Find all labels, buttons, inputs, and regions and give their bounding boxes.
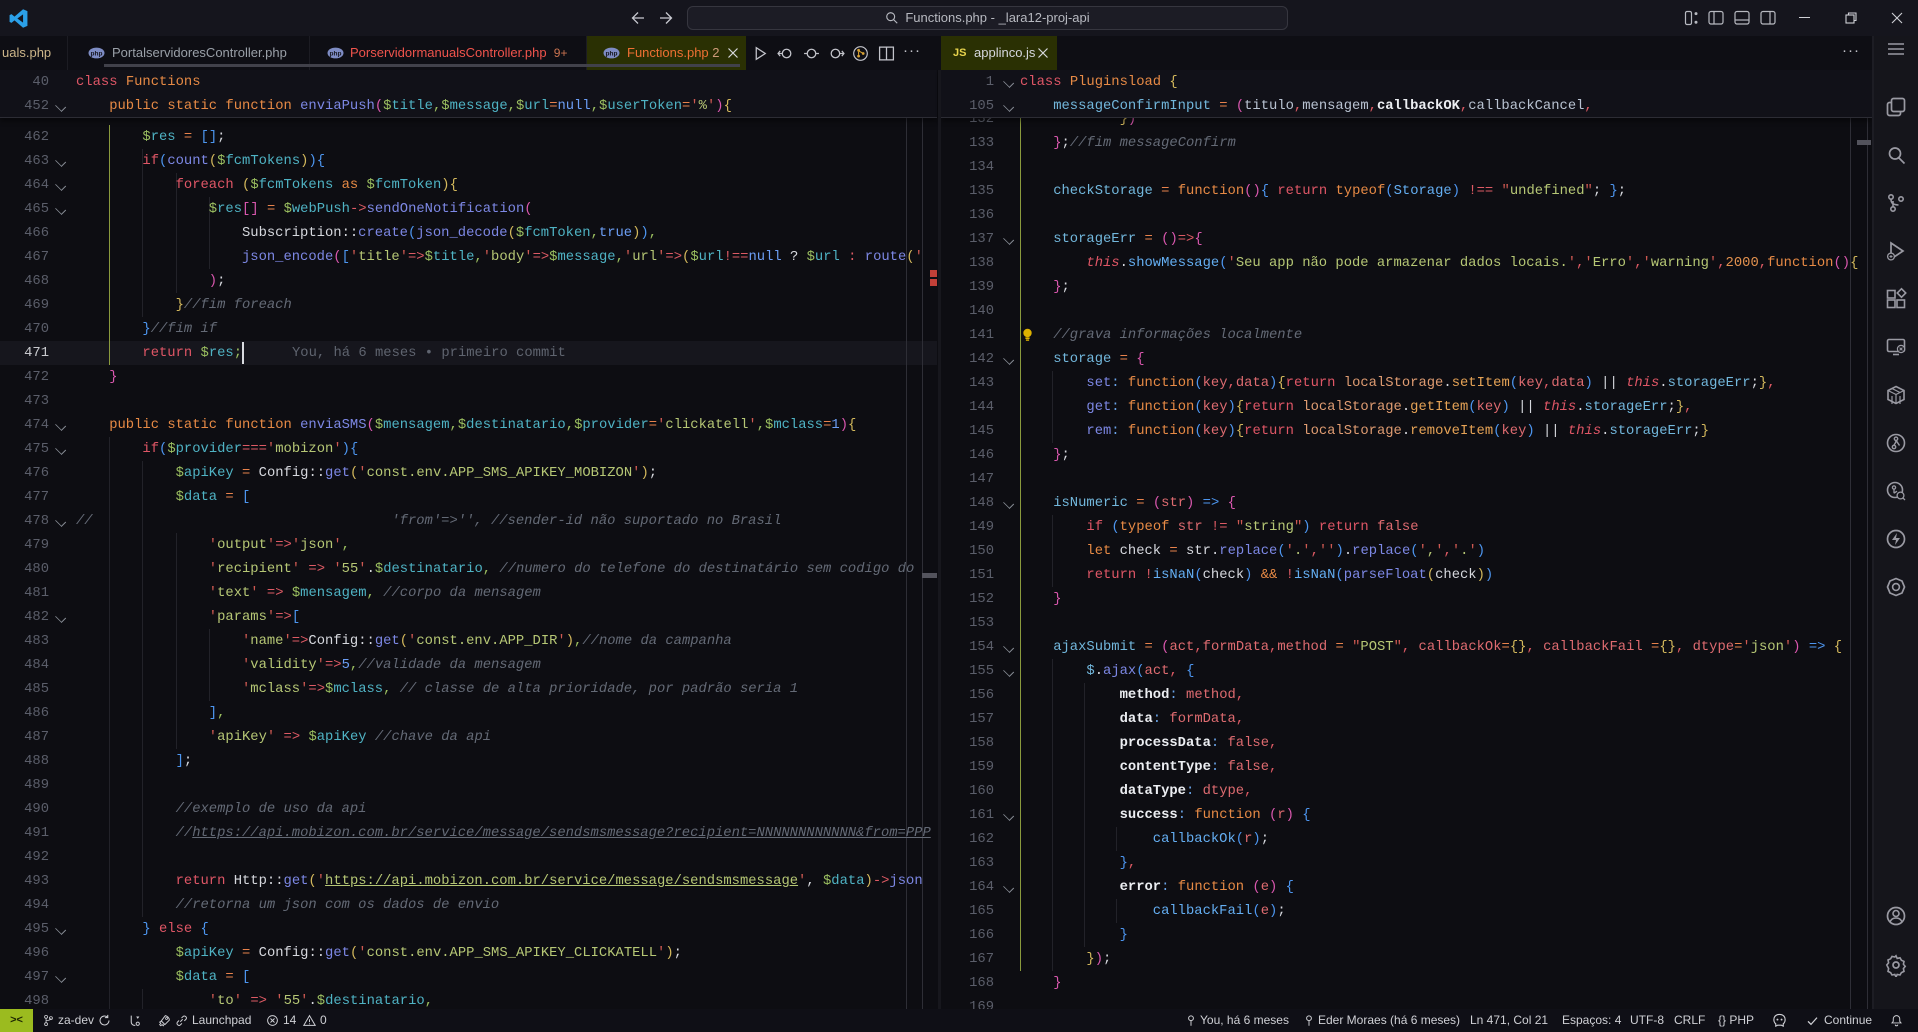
svg-text:php: php bbox=[606, 50, 618, 57]
svg-text:php: php bbox=[330, 50, 342, 57]
svg-text:php: php bbox=[91, 50, 103, 57]
